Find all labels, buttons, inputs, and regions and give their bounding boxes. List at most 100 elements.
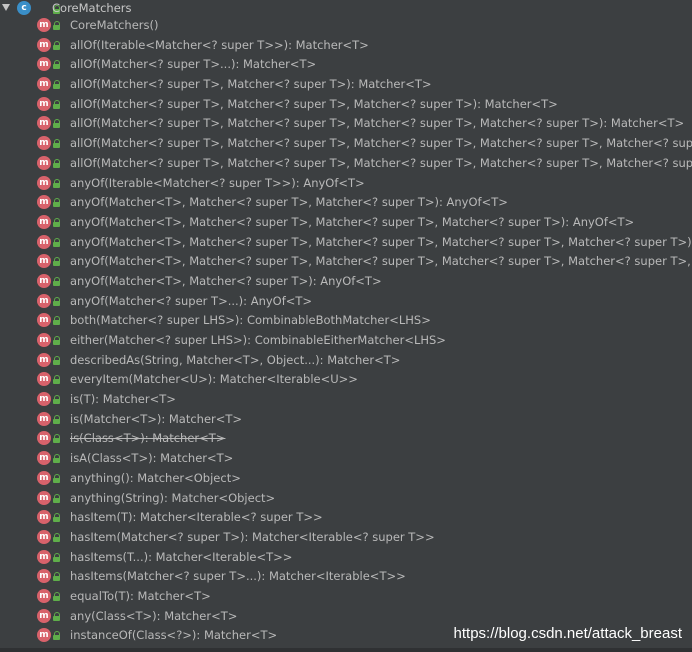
tree-item-method[interactable]: m allOf(Matcher<? super T>...): Matcher<T…	[0, 55, 692, 75]
method-icon: m	[37, 333, 51, 347]
method-icon: m	[37, 470, 51, 485]
tree-item-method[interactable]: m everyItem(Matcher<U>): Matcher<Iterable…	[0, 370, 692, 390]
lock-icon	[53, 513, 61, 523]
method-icon: m	[37, 116, 51, 131]
method-signature-label: hasItems(Matcher<? super T>...): Matcher…	[70, 569, 406, 584]
tree-item-method[interactable]: m allOf(Matcher<? super T>, Matcher<? sup…	[0, 154, 692, 174]
lock-icon	[53, 414, 61, 424]
method-icon: m	[37, 293, 51, 308]
tree-item-method[interactable]: m allOf(Matcher<? super T>, Matcher<? sup…	[0, 95, 692, 115]
lock-icon	[53, 257, 61, 267]
method-icon: m	[37, 569, 51, 584]
method-signature-label: anyOf(Matcher<T>, Matcher<? super T>, Ma…	[70, 254, 692, 269]
method-signature-label: instanceOf(Class<?>): Matcher<T>	[70, 628, 278, 643]
method-icon: m	[37, 77, 51, 92]
tree-item-method[interactable]: m CoreMatchers()	[0, 16, 692, 36]
method-icon: m	[37, 588, 51, 603]
lock-icon	[53, 276, 61, 286]
tree-item-method[interactable]: m any(Class<T>): Matcher<T>	[0, 607, 692, 627]
lock-icon	[53, 316, 61, 326]
tree-item-method[interactable]: m anyOf(Matcher<T>, Matcher<? super T>, M…	[0, 252, 692, 272]
method-signature-label: isA(Class<T>): Matcher<T>	[70, 451, 234, 466]
method-signature-label: hasItem(Matcher<? super T>): Matcher<Ite…	[70, 529, 435, 544]
method-icon: m	[37, 18, 51, 32]
tree-item-method[interactable]: m allOf(Matcher<? super T>, Matcher<? sup…	[0, 134, 692, 154]
tree-item-method[interactable]: m hasItems(Matcher<? super T>...): Matche…	[0, 567, 692, 587]
method-icon: m	[37, 37, 51, 52]
lock-icon	[53, 60, 61, 70]
class-name-label: CoreMatchers	[52, 1, 132, 15]
method-signature-label: anyOf(Iterable<Matcher<? super T>>): Any…	[70, 175, 365, 190]
tree-item-method[interactable]: m is(Class<T>): Matcher<T>	[0, 429, 692, 449]
horizontal-scrollbar[interactable]	[0, 648, 692, 652]
method-icon: m	[37, 372, 51, 387]
lock-icon	[53, 336, 61, 345]
tree-item-method[interactable]: m allOf(Matcher<? super T>, Matcher<? sup…	[0, 114, 692, 134]
method-icon: m	[37, 214, 51, 229]
method-icon: m	[37, 628, 51, 643]
lock-icon	[53, 40, 61, 50]
tree-item-method[interactable]: m anyOf(Matcher<T>, Matcher<? super T>, M…	[0, 213, 692, 233]
method-signature-label: equalTo(T): Matcher<T>	[70, 588, 211, 603]
method-icon: m	[37, 234, 51, 249]
tree-item-method[interactable]: m allOf(Iterable<Matcher<? super T>>): Ma…	[0, 36, 692, 56]
tree-item-method[interactable]: m is(Matcher<T>): Matcher<T>	[0, 410, 692, 430]
lock-icon	[53, 493, 61, 503]
method-signature-label: anyOf(Matcher<? super T>...): AnyOf<T>	[70, 293, 313, 308]
method-signature-label: everyItem(Matcher<U>): Matcher<Iterable<…	[70, 372, 358, 387]
lock-icon	[53, 395, 61, 405]
tree-item-method[interactable]: m anyOf(Iterable<Matcher<? super T>>): An…	[0, 174, 692, 194]
lock-icon	[53, 532, 61, 542]
lock-icon	[53, 178, 61, 188]
tree-item-method[interactable]: m equalTo(T): Matcher<T>	[0, 587, 692, 607]
lock-icon	[53, 434, 61, 444]
method-signature-label: hasItem(T): Matcher<Iterable<? super T>>	[70, 510, 323, 525]
method-signature-label: anyOf(Matcher<T>, Matcher<? super T>, Ma…	[70, 214, 635, 229]
tree-item-method[interactable]: m anything(String): Matcher<Object>	[0, 489, 692, 509]
method-icon: m	[37, 155, 51, 170]
tree-item-method[interactable]: m either(Matcher<? super LHS>): Combinabl…	[0, 331, 692, 351]
method-icon: m	[37, 392, 51, 407]
method-signature-label: allOf(Matcher<? super T>, Matcher<? supe…	[70, 116, 685, 131]
method-icon: m	[37, 549, 51, 564]
lock-icon	[53, 80, 61, 90]
method-signature-label: allOf(Matcher<? super T>, Matcher<? supe…	[70, 77, 432, 92]
method-signature-label: both(Matcher<? super LHS>): CombinableBo…	[70, 313, 431, 328]
lock-icon	[53, 591, 61, 601]
method-signature-label: allOf(Matcher<? super T>, Matcher<? supe…	[70, 136, 692, 151]
tree-item-method[interactable]: m anyOf(Matcher<T>, Matcher<? super T>, M…	[0, 233, 692, 253]
tree-item-method[interactable]: m anyOf(Matcher<T>, Matcher<? super T>): …	[0, 272, 692, 292]
tree-item-method[interactable]: m isA(Class<T>): Matcher<T>	[0, 449, 692, 469]
method-signature-label: allOf(Matcher<? super T>...): Matcher<T>	[70, 57, 317, 72]
tree-item-method[interactable]: m is(T): Matcher<T>	[0, 390, 692, 410]
method-icon: m	[37, 96, 51, 111]
tree-item-method[interactable]: m allOf(Matcher<? super T>, Matcher<? sup…	[0, 75, 692, 95]
method-icon: m	[37, 411, 51, 426]
lock-icon	[53, 217, 61, 227]
tree-item-method[interactable]: m anything(): Matcher<Object>	[0, 469, 692, 489]
tree-item-method[interactable]: m anyOf(Matcher<T>, Matcher<? super T>, M…	[0, 193, 692, 213]
tree-item-method[interactable]: m hasItem(T): Matcher<Iterable<? super T>…	[0, 508, 692, 528]
tree-item-method[interactable]: m hasItems(T...): Matcher<Iterable<T>>	[0, 548, 692, 568]
method-signature-label: allOf(Matcher<? super T>, Matcher<? supe…	[70, 155, 692, 170]
method-icon: m	[37, 254, 51, 269]
lock-icon	[53, 454, 61, 464]
method-signature-label: describedAs(String, Matcher<T>, Object..…	[70, 352, 401, 367]
tree-item-method[interactable]: m hasItem(Matcher<? super T>): Matcher<It…	[0, 528, 692, 548]
method-icon: m	[37, 136, 51, 151]
method-icon: m	[37, 451, 51, 466]
lock-icon	[53, 99, 61, 109]
tree-item-method[interactable]: m anyOf(Matcher<? super T>...): AnyOf<T>	[0, 292, 692, 312]
method-icon: m	[37, 510, 51, 525]
lock-icon	[53, 355, 61, 365]
method-signature-label: anything(): Matcher<Object>	[70, 470, 241, 485]
class-icon: c	[17, 1, 31, 15]
method-signature-label: any(Class<T>): Matcher<T>	[70, 608, 238, 623]
expand-arrow-icon[interactable]	[2, 4, 10, 11]
method-icon: m	[37, 352, 51, 367]
method-signature-label: CoreMatchers()	[70, 18, 159, 32]
method-icon: m	[37, 175, 51, 190]
tree-item-method[interactable]: m both(Matcher<? super LHS>): CombinableB…	[0, 311, 692, 331]
lock-icon	[53, 198, 61, 208]
tree-item-method[interactable]: m describedAs(String, Matcher<T>, Object.…	[0, 351, 692, 371]
